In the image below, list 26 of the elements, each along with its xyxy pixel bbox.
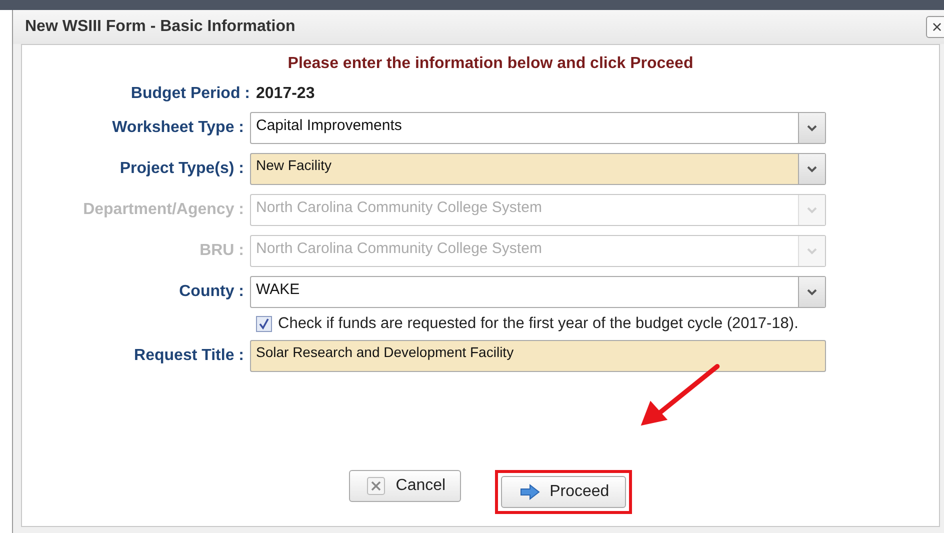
arrow-right-icon xyxy=(520,483,540,501)
instruction-text: Please enter the information below and click Proceed xyxy=(286,55,694,73)
chevron-down-icon xyxy=(807,124,817,132)
proceed-button[interactable]: Proceed xyxy=(500,476,626,508)
dropdown-field[interactable]: New Facility xyxy=(250,153,826,185)
chevron-down-icon xyxy=(807,248,817,254)
field-label: Worksheet Type : xyxy=(112,119,244,137)
input-field[interactable]: Solar Research and Development Facility xyxy=(250,340,826,372)
checkbox[interactable] xyxy=(256,316,272,332)
chevron-down-icon xyxy=(807,166,817,172)
field-label: Project Type(s) : xyxy=(120,160,244,178)
dropdown-field[interactable]: WAKE xyxy=(250,276,826,308)
field-label: Budget Period : xyxy=(130,85,250,103)
window-title: New WSIII Form - Basic Information xyxy=(25,18,296,36)
field-label: Department/Agency : xyxy=(83,201,244,219)
dropdown-field[interactable]: Capital Improvements xyxy=(250,112,826,144)
checkbox-label: Check if funds are requested for the first year of the budget cycle (2017-18). xyxy=(278,315,798,333)
field-label: Request Title : xyxy=(134,347,244,365)
chevron-down-icon xyxy=(807,288,817,296)
cancel-button[interactable]: Cancel xyxy=(348,470,461,502)
budget-period-value: 2017-23 xyxy=(256,85,316,103)
field-label: BRU : xyxy=(200,242,244,260)
close-button[interactable]: × xyxy=(926,16,944,38)
chevron-down-icon xyxy=(807,206,817,214)
close-icon xyxy=(366,477,386,495)
field-label: County : xyxy=(179,283,244,301)
